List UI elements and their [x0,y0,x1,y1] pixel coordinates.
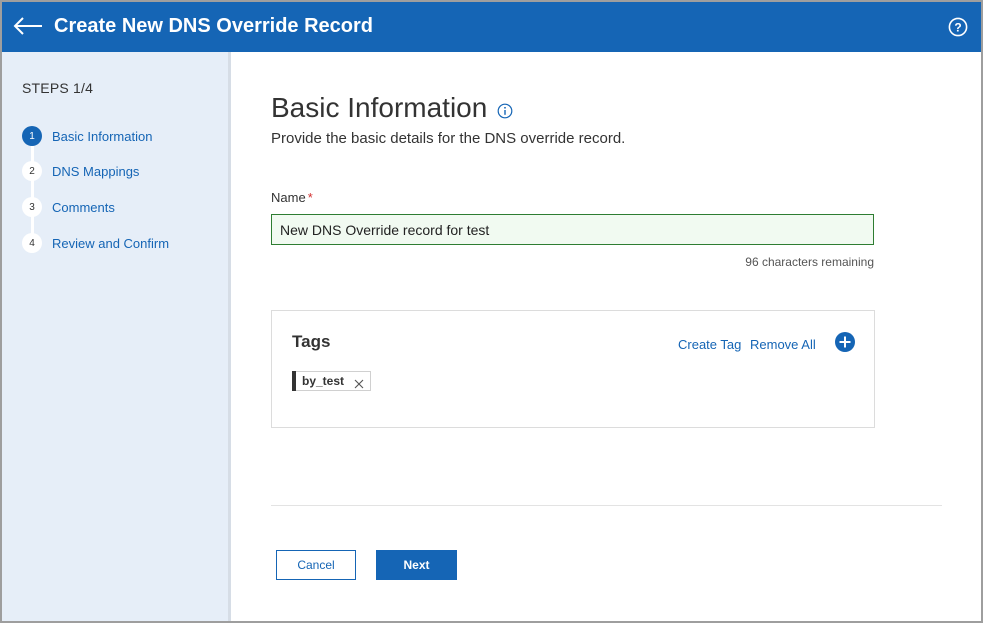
main-content: Basic Information Provide the basic deta… [231,52,981,621]
help-circle-icon[interactable]: ? [948,17,968,37]
plus-circle-icon[interactable] [834,331,856,353]
tags-title: Tags [292,332,331,351]
tag-label: by_test [302,374,345,388]
close-icon[interactable] [354,376,364,389]
section-description: Provide the basic details for the DNS ov… [271,130,626,147]
header-bar: Create New DNS Override Record ? [2,2,981,52]
steps-sidebar: STEPS 1/4 1 Basic Information 2 DNS Mapp… [2,52,231,621]
name-label-text: Name [271,190,306,205]
step-number: 4 [22,233,42,253]
next-button[interactable]: Next [376,550,457,580]
steps-connector [31,137,34,242]
step-number: 3 [22,197,42,217]
arrow-left-icon[interactable] [12,12,44,40]
page-title: Create New DNS Override Record [54,15,374,37]
required-marker: * [307,190,313,205]
tag-color-bar [292,371,296,391]
step-comments[interactable]: 3 Comments [22,196,115,218]
cancel-button[interactable]: Cancel [276,550,356,580]
step-basic-information[interactable]: 1 Basic Information [22,125,152,147]
divider [271,505,942,506]
svg-text:?: ? [954,21,961,35]
step-label: Review and Confirm [52,235,170,251]
section-heading: Basic Information [271,92,488,123]
characters-remaining: 96 characters remaining [745,255,874,269]
step-label: DNS Mappings [52,163,140,179]
name-field-label: Name * [271,190,313,205]
dialog-window: Create New DNS Override Record ? STEPS 1… [0,0,983,623]
create-tag-link[interactable]: Create Tag [678,337,741,352]
step-review-and-confirm[interactable]: 4 Review and Confirm [22,232,169,254]
step-label: Comments [52,199,115,215]
step-number: 1 [22,126,42,146]
step-number: 2 [22,161,42,181]
tags-panel: Tags Create Tag Remove All by_test [271,310,875,428]
steps-counter: STEPS 1/4 [22,80,94,96]
info-icon[interactable] [497,103,513,119]
remove-all-link[interactable]: Remove All [750,337,816,352]
step-label: Basic Information [52,128,153,144]
step-dns-mappings[interactable]: 2 DNS Mappings [22,160,139,182]
tag-chip: by_test [292,371,372,391]
name-input[interactable] [271,214,874,245]
